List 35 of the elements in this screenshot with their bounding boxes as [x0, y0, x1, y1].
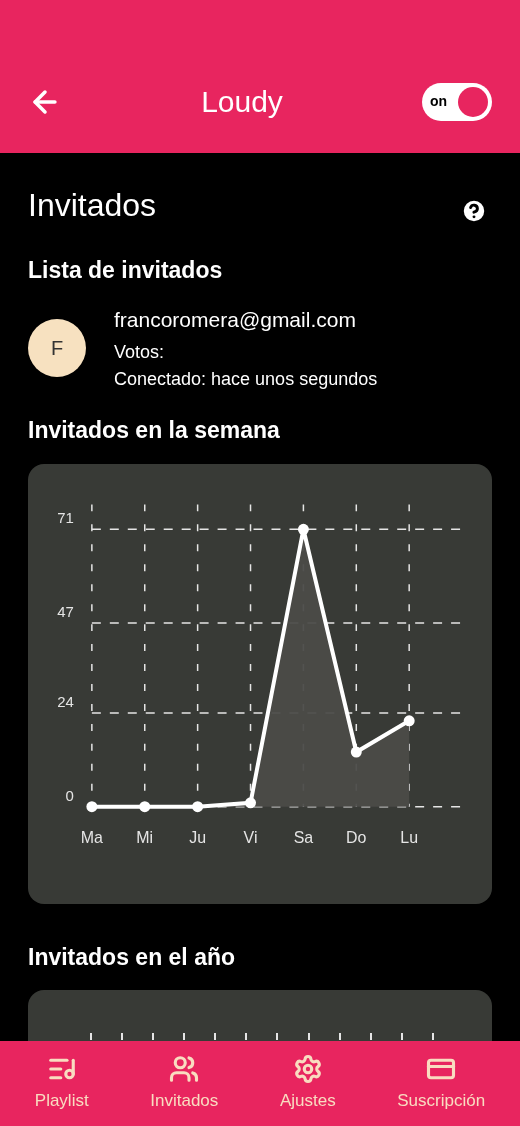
- section-title: Invitados en el año: [28, 942, 237, 972]
- x-tick-label: Lu: [400, 828, 419, 846]
- x-tick-label: Mi: [136, 828, 154, 846]
- data-point: [350, 746, 362, 757]
- data-point: [139, 800, 151, 812]
- people-icon: [169, 1053, 200, 1084]
- y-tick-label: 71: [57, 508, 74, 526]
- app-title: Loudy: [201, 84, 283, 120]
- data-point: [86, 800, 98, 812]
- avatar: F: [28, 319, 86, 378]
- data-point: [403, 714, 415, 726]
- y-tick-label: 47: [57, 602, 74, 620]
- x-tick-label: Ju: [189, 828, 207, 846]
- data-point: [192, 800, 204, 812]
- nav-tab[interactable]: Suscripción: [397, 1053, 486, 1114]
- x-tick-label: Sa: [293, 828, 314, 846]
- nav-tab[interactable]: Playlist: [34, 1053, 89, 1114]
- votes-label: Votos:: [114, 341, 166, 364]
- x-tick-label: Do: [346, 828, 367, 846]
- guest-email: francoromera@gmail.com: [114, 306, 357, 333]
- x-tick-label: Ma: [80, 828, 103, 846]
- connection-status: Conectado: hace unos segundos: [114, 368, 378, 391]
- settings-icon: [292, 1053, 323, 1084]
- y-tick-label: 24: [57, 692, 74, 710]
- toggle-switch[interactable]: on: [422, 82, 492, 121]
- section-title: Invitados en la semana: [28, 416, 281, 445]
- x-tick-label: Vi: [243, 828, 258, 846]
- data-point: [245, 796, 256, 808]
- section-title: Lista de invitados: [28, 256, 224, 285]
- y-tick-label: 0: [65, 786, 74, 804]
- nav-tab[interactable]: Ajustes: [279, 1053, 336, 1114]
- nav-tab[interactable]: Invitados: [150, 1053, 219, 1114]
- help-icon[interactable]: [460, 197, 488, 225]
- data-point: [297, 523, 309, 535]
- page-title: Invitados: [28, 186, 157, 225]
